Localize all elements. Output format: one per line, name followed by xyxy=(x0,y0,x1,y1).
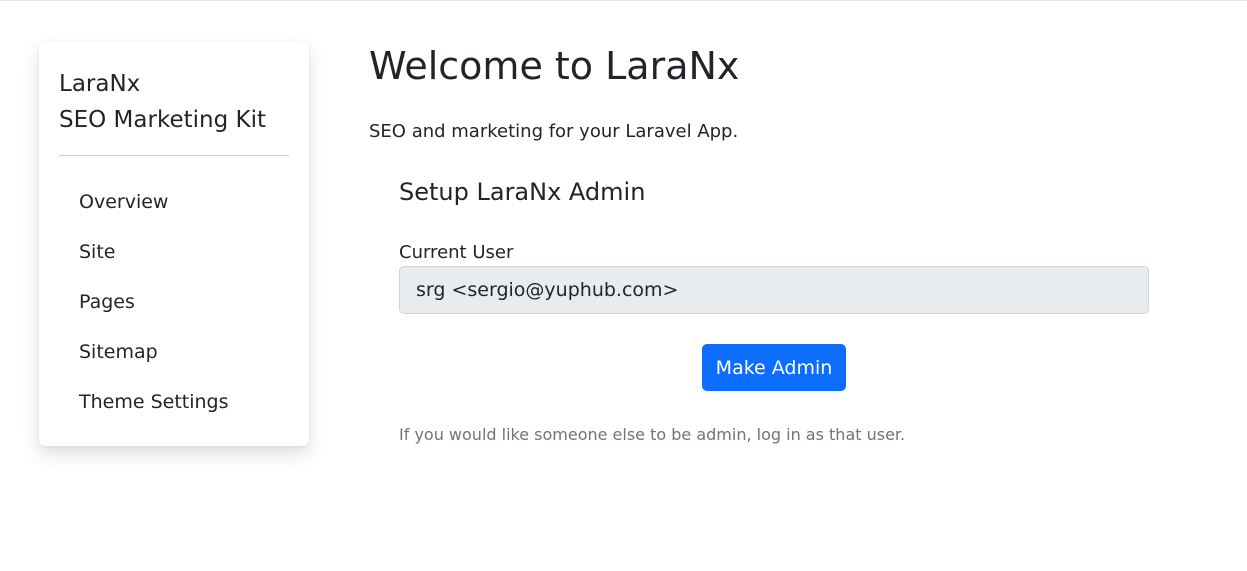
setup-admin-heading: Setup LaraNx Admin xyxy=(399,178,646,206)
sidebar-item-pages[interactable]: Pages xyxy=(79,282,229,332)
sidebar-item-sitemap[interactable]: Sitemap xyxy=(79,332,229,382)
brand-tagline: SEO Marketing Kit xyxy=(59,107,266,133)
sidebar-divider xyxy=(59,155,289,156)
admin-help-text: If you would like someone else to be adm… xyxy=(399,425,906,444)
sidebar-item-overview[interactable]: Overview xyxy=(79,182,229,232)
sidebar-item-site[interactable]: Site xyxy=(79,232,229,282)
top-border xyxy=(0,0,1247,1)
sidebar: LaraNx SEO Marketing Kit Overview Site P… xyxy=(39,42,309,446)
sidebar-nav: Overview Site Pages Sitemap Theme Settin… xyxy=(79,182,229,432)
page-subtitle: SEO and marketing for your Laravel App. xyxy=(369,121,739,142)
brand: LaraNx SEO Marketing Kit xyxy=(59,66,266,138)
sidebar-item-theme-settings[interactable]: Theme Settings xyxy=(79,382,229,432)
current-user-field[interactable] xyxy=(399,266,1149,314)
make-admin-button[interactable]: Make Admin xyxy=(702,344,846,391)
page-title: Welcome to LaraNx xyxy=(369,44,740,88)
brand-name: LaraNx xyxy=(59,71,141,97)
current-user-label: Current User xyxy=(399,242,514,263)
